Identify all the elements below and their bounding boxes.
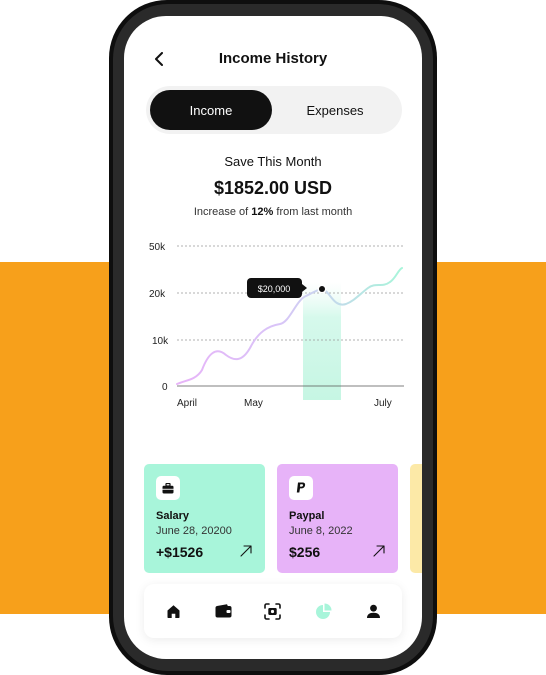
point-marker[interactable] [319, 286, 325, 292]
chart-pie-icon [315, 603, 331, 619]
x-tick-july: July [374, 398, 392, 409]
tab-expenses[interactable]: Expenses [274, 90, 396, 130]
highlight-band [303, 282, 341, 400]
card-amount: +$1526 [156, 544, 204, 560]
card-date: June 8, 2022 [289, 525, 353, 537]
income-line-chart: 50k 20k 10k 0 April May July $20,000 [149, 242, 404, 409]
x-tick-may: May [244, 398, 263, 409]
page-title: Income History [218, 50, 328, 67]
card-name: Paypal [289, 510, 325, 522]
summary-label: Save This Month [224, 154, 322, 169]
increase-suffix: from last month [273, 206, 353, 218]
x-tick-april: April [177, 398, 197, 409]
nav-chart[interactable] [313, 601, 333, 621]
arrow-up-right-icon [240, 545, 252, 557]
y-tick-20k: 20k [149, 289, 166, 300]
y-tick-10k: 10k [152, 336, 169, 347]
scan-icon [263, 602, 281, 620]
arrow-up-right-icon [373, 545, 385, 557]
increase-value: 12% [251, 206, 274, 218]
home-icon [167, 604, 179, 618]
tab-income[interactable]: Income [150, 90, 272, 130]
card-paypal[interactable]: Paypal June 8, 2022 $256 [277, 464, 398, 573]
transaction-cards: Salary June 28, 20200 +$1526 Paypal June… [144, 464, 422, 574]
nav-wallet[interactable] [213, 601, 233, 621]
tooltip-value: $20,000 [258, 284, 291, 294]
card-partial[interactable] [410, 464, 422, 573]
briefcase-icon [156, 476, 180, 500]
nav-home[interactable] [163, 601, 183, 621]
wallet-icon [215, 604, 231, 618]
card-date: June 28, 20200 [156, 525, 232, 537]
increase-prefix: Increase of [193, 206, 252, 218]
summary-amount: $1852.00 USD [213, 178, 333, 198]
y-tick-50k: 50k [149, 242, 166, 253]
card-salary[interactable]: Salary June 28, 20200 +$1526 [144, 464, 265, 573]
app-screen: Income History Income Expenses Save This… [124, 16, 422, 659]
nav-profile[interactable] [363, 601, 383, 621]
y-tick-0: 0 [162, 382, 168, 393]
bottom-navigation [144, 584, 402, 638]
summary-increase: Increase of 12% from last month [124, 206, 422, 218]
paypal-icon [289, 476, 313, 500]
nav-scan[interactable] [262, 601, 282, 621]
value-tooltip: $20,000 [247, 278, 307, 298]
card-amount: $256 [289, 544, 321, 560]
phone-mockup: Income History Income Expenses Save This… [109, 0, 437, 675]
profile-icon [366, 604, 380, 618]
income-expenses-toggle: Income Expenses [146, 86, 402, 134]
card-name: Salary [156, 510, 190, 522]
